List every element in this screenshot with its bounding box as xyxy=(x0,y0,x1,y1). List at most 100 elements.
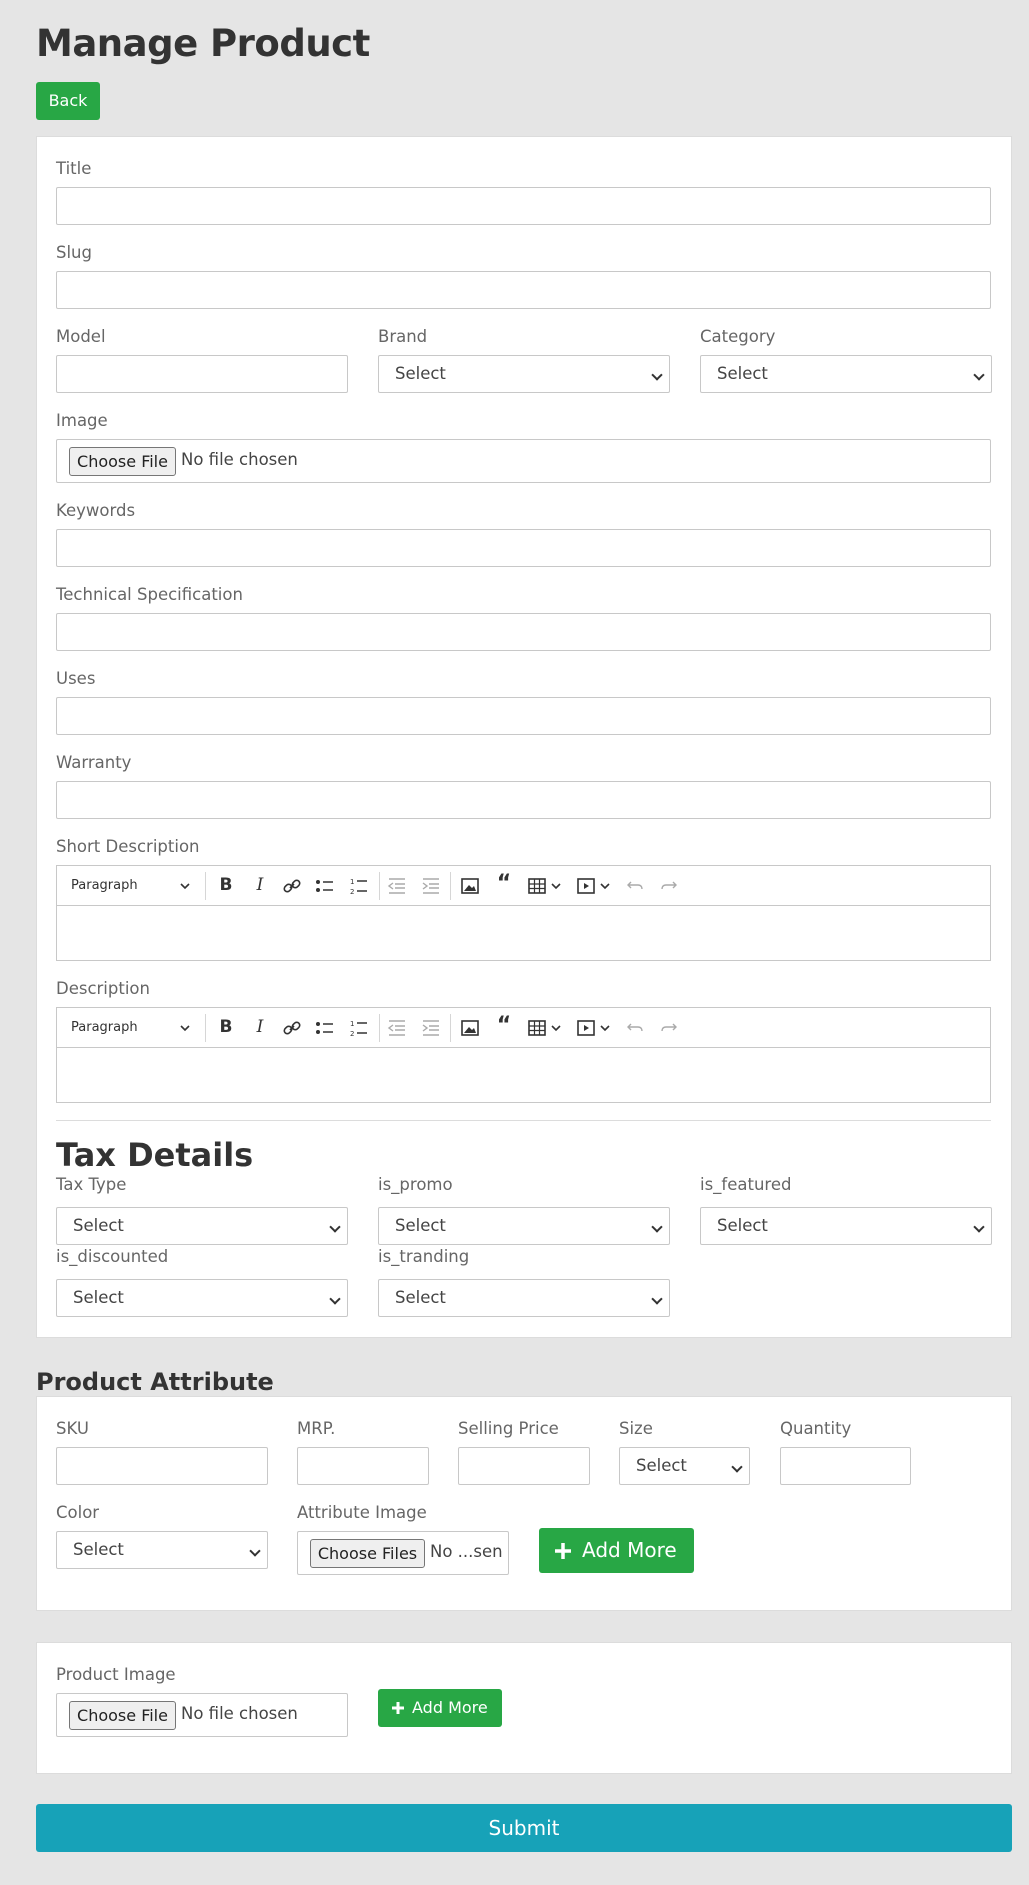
indent-icon[interactable] xyxy=(421,877,441,895)
uses-input[interactable] xyxy=(56,697,991,735)
product-image-file-input[interactable]: Choose File No file chosen xyxy=(56,1693,348,1737)
brand-select[interactable]: Select xyxy=(378,355,670,393)
link-icon[interactable] xyxy=(282,1019,302,1037)
model-input[interactable] xyxy=(56,355,348,393)
size-label: Size xyxy=(619,1419,653,1438)
chevron-down-icon xyxy=(651,1293,663,1305)
short-description-toolbar: Paragraph B I 12 “ xyxy=(56,865,991,906)
bulleted-list-icon[interactable] xyxy=(315,1019,335,1037)
chevron-down-icon xyxy=(329,1221,341,1233)
chevron-down-icon xyxy=(600,1025,610,1032)
category-select[interactable]: Select xyxy=(700,355,992,393)
bold-icon[interactable]: B xyxy=(216,875,236,895)
color-select-value: Select xyxy=(73,1540,124,1559)
file-status: No file chosen xyxy=(181,450,298,469)
selling-price-label: Selling Price xyxy=(458,1419,559,1438)
short-description-editor[interactable] xyxy=(56,906,991,961)
chevron-down-icon xyxy=(329,1293,341,1305)
toolbar-separator xyxy=(205,872,206,900)
svg-text:2: 2 xyxy=(350,888,354,896)
chevron-down-icon xyxy=(973,1221,985,1233)
description-toolbar: Paragraph B I 12 “ xyxy=(56,1007,991,1048)
paragraph-dropdown[interactable]: Paragraph xyxy=(71,1018,191,1038)
is-promo-select[interactable]: Select xyxy=(378,1207,670,1245)
bold-icon[interactable]: B xyxy=(216,1017,236,1037)
attribute-image-label: Attribute Image xyxy=(297,1503,427,1522)
paragraph-dropdown[interactable]: Paragraph xyxy=(71,876,191,896)
techspec-label: Technical Specification xyxy=(56,585,243,604)
image-icon[interactable] xyxy=(460,877,480,895)
italic-icon[interactable]: I xyxy=(250,1017,270,1037)
table-icon[interactable] xyxy=(527,1019,547,1037)
page-title: Manage Product xyxy=(36,22,370,65)
numbered-list-icon[interactable]: 12 xyxy=(349,1018,369,1038)
media-embed-icon[interactable] xyxy=(576,1019,596,1037)
mrp-input[interactable] xyxy=(297,1447,429,1485)
toolbar-separator xyxy=(450,872,451,900)
choose-files-button[interactable]: Choose Files xyxy=(310,1539,425,1568)
chevron-down-icon xyxy=(180,1025,190,1032)
indent-icon[interactable] xyxy=(421,1019,441,1037)
section-divider xyxy=(56,1120,991,1121)
plus-icon xyxy=(392,1702,404,1714)
chevron-down-icon xyxy=(600,883,610,890)
selling-price-input[interactable] xyxy=(458,1447,590,1485)
undo-icon[interactable] xyxy=(625,877,645,895)
chevron-down-icon xyxy=(249,1545,261,1557)
undo-icon[interactable] xyxy=(625,1019,645,1037)
table-icon[interactable] xyxy=(527,877,547,895)
techspec-input[interactable] xyxy=(56,613,991,651)
quote-icon[interactable]: “ xyxy=(493,1015,515,1037)
image-icon[interactable] xyxy=(460,1019,480,1037)
description-editor[interactable] xyxy=(56,1048,991,1103)
quote-icon[interactable]: “ xyxy=(493,873,515,895)
image-file-input[interactable]: Choose File No file chosen xyxy=(56,439,991,483)
toolbar-separator xyxy=(450,1014,451,1042)
is-promo-value: Select xyxy=(395,1216,446,1235)
media-embed-icon[interactable] xyxy=(576,877,596,895)
warranty-input[interactable] xyxy=(56,781,991,819)
choose-file-button[interactable]: Choose File xyxy=(69,1701,176,1730)
is-featured-select[interactable]: Select xyxy=(700,1207,992,1245)
keywords-label: Keywords xyxy=(56,501,136,520)
sku-input[interactable] xyxy=(56,1447,268,1485)
slug-input[interactable] xyxy=(56,271,991,309)
keywords-input[interactable] xyxy=(56,529,991,567)
slug-label: Slug xyxy=(56,243,92,262)
title-input[interactable] xyxy=(56,187,991,225)
svg-text:1: 1 xyxy=(350,1020,354,1028)
redo-icon[interactable] xyxy=(659,1019,679,1037)
size-select[interactable]: Select xyxy=(619,1447,750,1485)
svg-text:1: 1 xyxy=(350,878,354,886)
is-tranding-select[interactable]: Select xyxy=(378,1279,670,1317)
add-more-attribute-button[interactable]: Add More xyxy=(539,1528,694,1573)
quantity-label: Quantity xyxy=(780,1419,852,1438)
color-select[interactable]: Select xyxy=(56,1531,268,1569)
submit-button[interactable]: Submit xyxy=(36,1804,1012,1852)
is-discounted-select[interactable]: Select xyxy=(56,1279,348,1317)
tax-type-select[interactable]: Select xyxy=(56,1207,348,1245)
description-label: Description xyxy=(56,979,150,998)
bulleted-list-icon[interactable] xyxy=(315,877,335,895)
quantity-input[interactable] xyxy=(780,1447,911,1485)
back-button[interactable]: Back xyxy=(36,82,100,120)
attribute-image-file-input[interactable]: Choose Files No ...sen xyxy=(297,1531,509,1575)
outdent-icon[interactable] xyxy=(387,1019,407,1037)
model-label: Model xyxy=(56,327,106,346)
toolbar-separator xyxy=(379,1014,380,1042)
svg-text:2: 2 xyxy=(350,1030,354,1038)
category-label: Category xyxy=(700,327,776,346)
chevron-down-icon xyxy=(651,369,663,381)
is-discounted-value: Select xyxy=(73,1288,124,1307)
outdent-icon[interactable] xyxy=(387,877,407,895)
italic-icon[interactable]: I xyxy=(250,875,270,895)
plus-icon xyxy=(555,1543,571,1559)
choose-file-button[interactable]: Choose File xyxy=(69,447,176,476)
mrp-label: MRP. xyxy=(297,1419,336,1438)
redo-icon[interactable] xyxy=(659,877,679,895)
file-status: No ...sen xyxy=(430,1542,503,1561)
tax-type-label: Tax Type xyxy=(56,1175,127,1194)
link-icon[interactable] xyxy=(282,877,302,895)
add-more-image-button[interactable]: Add More xyxy=(378,1689,502,1727)
numbered-list-icon[interactable]: 12 xyxy=(349,876,369,896)
